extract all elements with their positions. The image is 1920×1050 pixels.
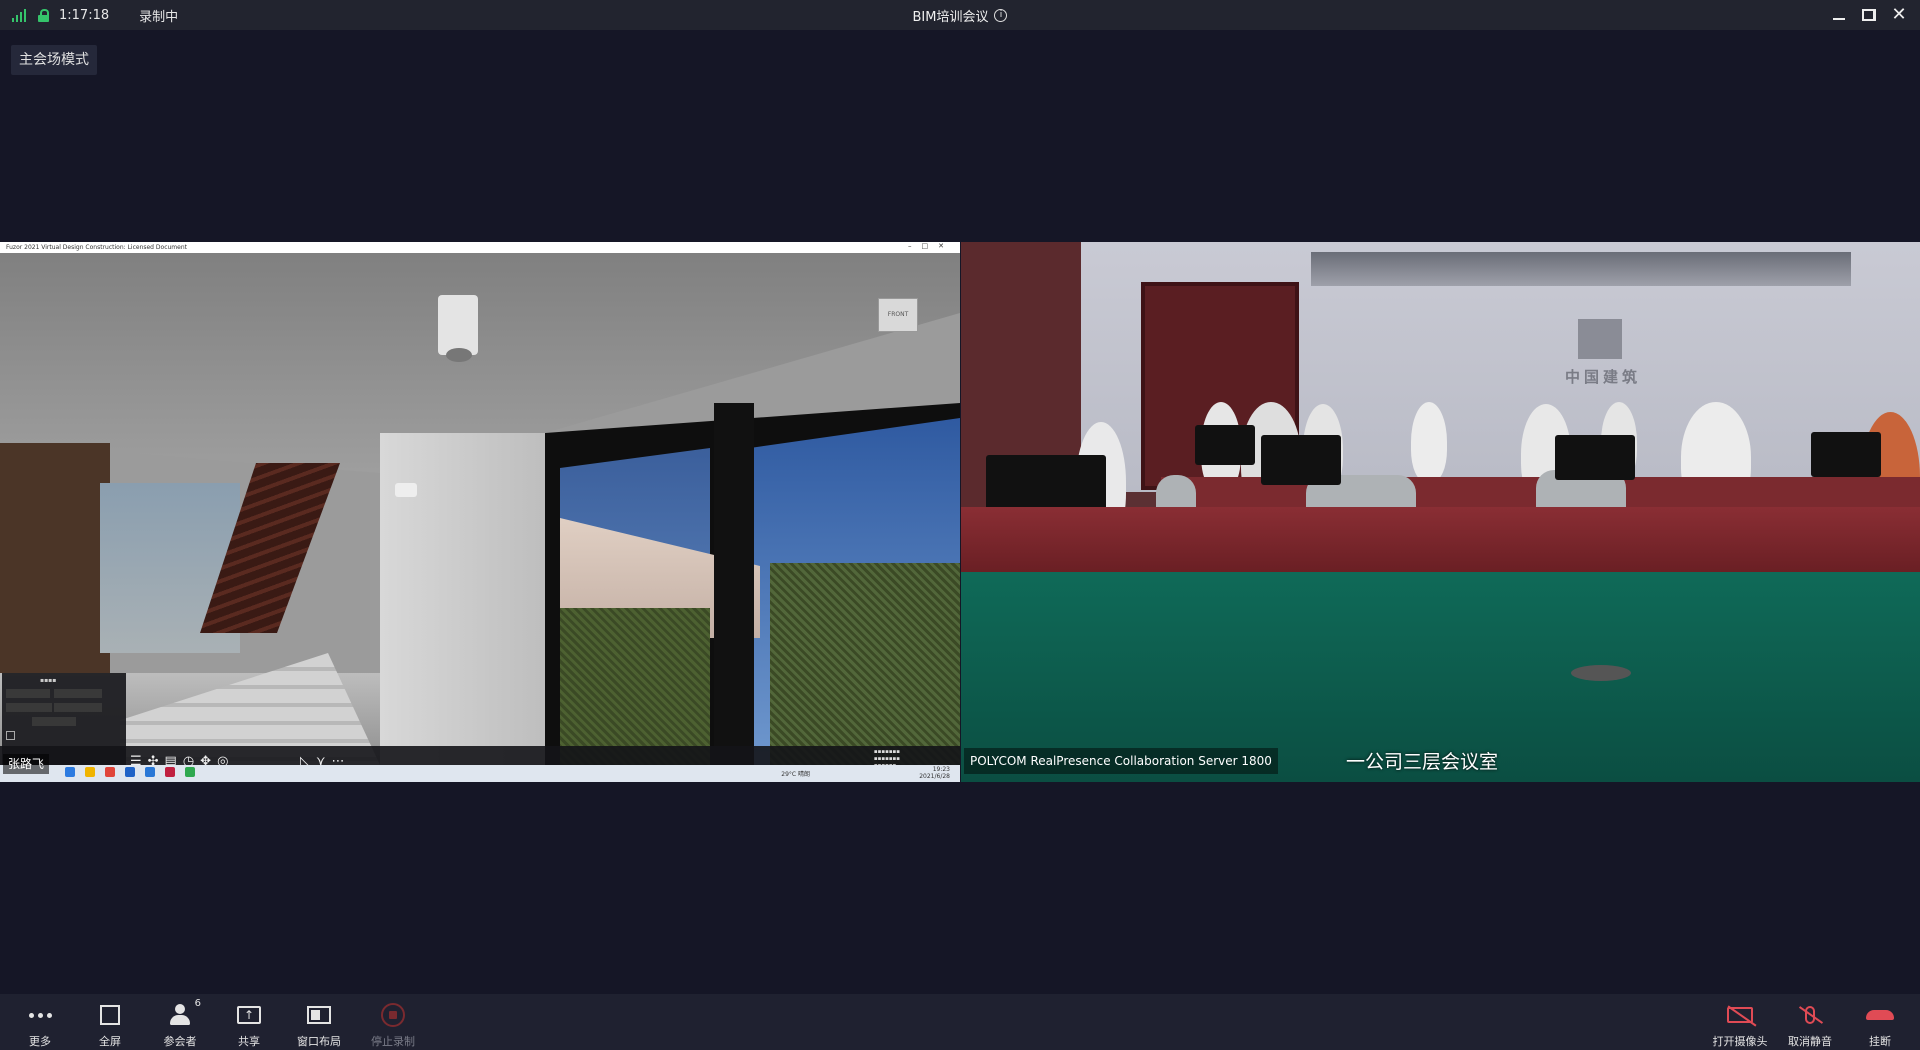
unmute-button[interactable]: 取消静音 [1780, 994, 1840, 1050]
taskbar-app-icon [105, 767, 115, 777]
lock-icon [38, 8, 49, 22]
folder-icon [85, 767, 95, 777]
hang-up-button[interactable]: 挂断 [1850, 994, 1910, 1050]
fullscreen-button[interactable]: 全屏 [80, 994, 140, 1050]
app-tools[interactable]: ☰✣▤◷✥◎ [130, 754, 234, 765]
participants-count: 6 [194, 998, 201, 1009]
minimize-button[interactable] [1824, 0, 1854, 30]
windows-taskbar: 29°C 晴朗 19:23 2021/6/28 [0, 765, 960, 782]
scene-mullion [714, 403, 754, 765]
participant-name-tag: 张路飞 [3, 754, 50, 774]
open-camera-label: 打开摄像头 [1712, 1035, 1768, 1048]
scene-spotlight [438, 295, 478, 355]
hang-up-label: 挂断 [1869, 1035, 1891, 1048]
main-venue-mode-badge[interactable]: 主会场模式 [11, 45, 97, 75]
room-desk-front [961, 507, 1920, 572]
taskbar-weather: 29°C 晴朗 [781, 771, 810, 778]
taskbar-time: 19:23 [932, 766, 950, 773]
stop-recording-button[interactable]: 停止录制 [363, 994, 423, 1050]
app-statistics: ▪▪▪▪▪▪▪▪▪▪▪▪▪▪▪▪▪▪▪▪ [873, 749, 900, 765]
navigation-cube[interactable]: FRONT [878, 298, 918, 332]
stop-recording-icon [378, 1000, 408, 1030]
taskbar-app-icon [185, 767, 195, 777]
hang-up-icon [1865, 1000, 1895, 1030]
taskbar-date: 2021/6/28 [919, 773, 950, 780]
fullscreen-icon [95, 1000, 125, 1030]
meeting-title: BIM培训会议 [912, 9, 989, 25]
company-logo-text: 中国建筑 [1564, 368, 1641, 386]
more-button[interactable]: 更多 [10, 994, 70, 1050]
app-toolbar: ☰✣▤◷✥◎ ◺⋎⋯ ▪▪▪▪▪▪▪▪▪▪▪▪▪▪▪▪▪▪▪▪ [0, 746, 960, 765]
server-label: POLYCOM RealPresence Collaboration Serve… [964, 748, 1278, 774]
share-button[interactable]: ↑ 共享 [219, 994, 279, 1050]
stop-recording-label: 停止录制 [371, 1035, 415, 1048]
participants-icon: 6 [165, 998, 201, 1030]
3d-scene-view: FRONT ▪▪▪▪ ☰✣▤◷✥◎ ◺⋎⋯ ▪▪▪▪▪▪▪▪▪▪▪▪▪▪▪▪▪▪… [0, 253, 960, 765]
taskbar-icons [65, 767, 195, 777]
window-layout-icon [304, 1000, 334, 1030]
camera-off-icon [1725, 1000, 1757, 1030]
restore-icon [1862, 9, 1876, 21]
conference-microphone [1571, 665, 1631, 681]
video-tile-conference-room[interactable]: 中国建筑 POLYCOM RealPresence Collaboration … [961, 242, 1920, 782]
company-logo [1578, 319, 1622, 359]
open-camera-button[interactable]: 打开摄像头 [1710, 994, 1770, 1050]
room-laptop [1555, 435, 1635, 480]
taskbar-clock: 19:23 2021/6/28 [919, 766, 950, 780]
signal-bars-icon [12, 8, 28, 22]
room-name-label: 一公司三层会议室 [1346, 751, 1499, 773]
mic-muted-icon [1795, 1000, 1825, 1030]
window-layout-button[interactable]: 窗口布局 [289, 994, 349, 1050]
unmute-label: 取消静音 [1788, 1035, 1832, 1048]
room-laptop [1261, 435, 1341, 485]
taskbar-app-icon [65, 767, 75, 777]
scene-camera [395, 483, 417, 497]
window-controls: ✕ [1824, 0, 1914, 30]
restore-button[interactable] [1854, 0, 1884, 30]
room-laptop [1811, 432, 1881, 477]
participants-label: 参会者 [163, 1035, 197, 1048]
taskbar-app-icon [165, 767, 175, 777]
outlook-icon [125, 767, 135, 777]
video-tile-shared-screen[interactable]: Fuzor 2021 Virtual Design Construction: … [0, 242, 960, 782]
scene-grass [560, 608, 710, 765]
meeting-duration: 1:17:18 [59, 7, 110, 23]
close-icon: ✕ [1891, 4, 1907, 25]
room-vent [1311, 252, 1851, 286]
shared-app-title: Fuzor 2021 Virtual Design Construction: … [0, 242, 960, 253]
app-tools-measure[interactable]: ◺⋎⋯ [300, 754, 351, 765]
more-dots-icon [25, 1000, 55, 1030]
room-laptop [1195, 425, 1255, 465]
minimize-icon [1833, 18, 1845, 20]
meeting-title-area: BIM培训会议 i [0, 0, 1920, 30]
taskbar-app-icon [145, 767, 155, 777]
meeting-toolbar: 更多 全屏 6 参会者 ↑ 共享 窗口布局 停止录制 打开摄像头 取消静音 挂断 [0, 994, 1920, 1050]
more-label: 更多 [29, 1035, 51, 1048]
scene-spotlight-lens [446, 348, 472, 362]
close-button[interactable]: ✕ [1884, 0, 1914, 30]
fullscreen-label: 全屏 [99, 1035, 121, 1048]
share-screen-icon: ↑ [234, 1000, 264, 1030]
share-label: 共享 [238, 1035, 260, 1048]
title-bar-status: 1:17:18 录制中 [12, 0, 178, 30]
participants-button[interactable]: 6 参会者 [150, 994, 210, 1050]
recording-status: 录制中 [139, 9, 179, 25]
title-bar: 1:17:18 录制中 BIM培训会议 i ✕ [0, 0, 1920, 30]
scene-grass [770, 563, 960, 765]
shared-app-window-controls: –□✕ [908, 242, 954, 250]
window-layout-label: 窗口布局 [297, 1035, 341, 1048]
info-icon[interactable]: i [994, 8, 1008, 22]
scene-wood-wall [0, 443, 110, 703]
attendee [1411, 402, 1447, 482]
